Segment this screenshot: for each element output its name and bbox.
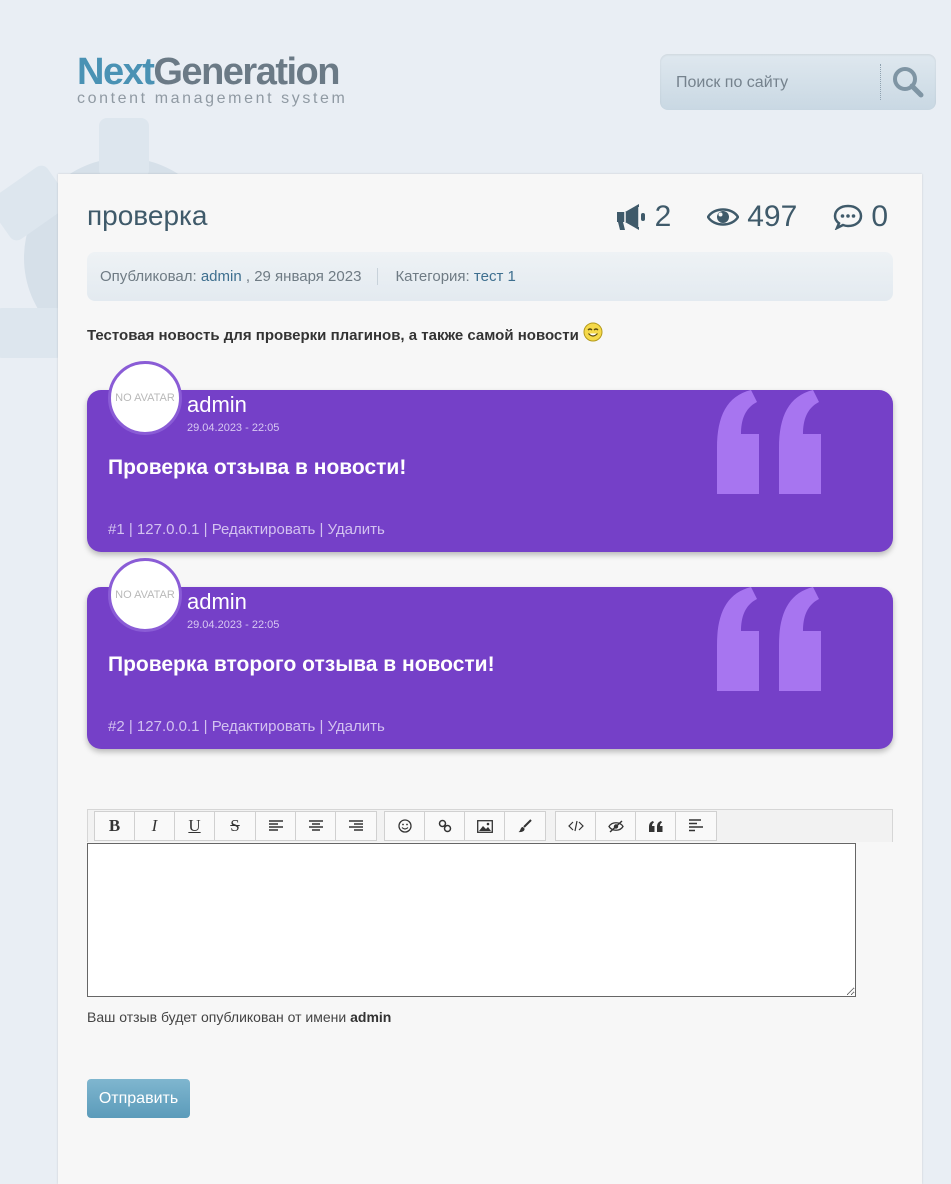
news-stats: 2 497 0 <box>615 200 888 234</box>
quote-icon <box>717 390 821 494</box>
news-lead: Тестовая новость для проверки плагинов, … <box>87 322 603 344</box>
quote-button[interactable] <box>636 812 676 840</box>
code-icon <box>567 820 584 832</box>
comments-count: 0 <box>871 200 888 233</box>
align-left-button[interactable] <box>256 812 296 840</box>
smiley-icon <box>583 322 603 342</box>
link-button[interactable] <box>425 812 465 840</box>
comment-item: NO AVATAR admin 29.04.2023 - 22:05 Прове… <box>87 558 893 749</box>
comment-actions[interactable]: #2 | 127.0.0.1 | Редактировать | Удалить <box>108 718 385 735</box>
more-button[interactable] <box>676 812 716 840</box>
link-icon <box>438 819 451 833</box>
author-notice: Ваш отзыв будет опубликован от имени adm… <box>87 1009 391 1025</box>
comment-textarea[interactable] <box>87 843 856 997</box>
news-lead-text: Тестовая новость для проверки плагинов, … <box>87 327 579 344</box>
toolbar-group-extra <box>555 811 717 841</box>
speech-bubble-icon <box>834 204 863 230</box>
meta-category: Категория: тест 1 <box>377 268 531 285</box>
toolbar-group-align <box>255 811 377 841</box>
meta-author: Опубликовал: admin , 29 января 2023 <box>87 268 377 285</box>
views-count: 497 <box>747 200 798 233</box>
views-stat: 497 <box>707 200 797 234</box>
editor-toolbar: B I U S <box>87 809 893 842</box>
author-link[interactable]: admin <box>201 268 242 285</box>
notice-text: Ваш отзыв будет опубликован от имени <box>87 1009 351 1025</box>
search-button[interactable] <box>890 64 926 100</box>
align-right-button[interactable] <box>336 812 376 840</box>
bold-button[interactable]: B <box>95 812 135 840</box>
news-title: проверка <box>87 200 208 231</box>
code-button[interactable] <box>556 812 596 840</box>
align-left-icon <box>268 820 283 831</box>
brush-icon <box>518 819 532 833</box>
published-label: Опубликовал: <box>100 268 197 285</box>
notice-user: admin <box>350 1009 392 1025</box>
logo-title: NextGeneration <box>77 51 340 93</box>
image-button[interactable] <box>465 812 505 840</box>
smiley-icon <box>397 819 412 833</box>
category-label: Категория: <box>395 268 470 285</box>
image-icon <box>476 819 493 833</box>
comment-text: Проверка второго отзыва в новости! <box>108 653 495 676</box>
logo-tagline: content management system <box>77 90 348 107</box>
megaphone-icon <box>616 204 645 230</box>
main-content: проверка 2 497 0 Опубликовал: admin , 29… <box>58 174 922 1184</box>
comments-stat: 0 <box>833 200 888 234</box>
quote-icon <box>717 587 821 691</box>
italic-button[interactable]: I <box>135 812 175 840</box>
comment-date: 29.04.2023 - 22:05 <box>187 422 280 434</box>
search-divider <box>880 64 881 100</box>
toolbar-group-format: B I U S <box>94 811 256 841</box>
eye-slash-icon <box>607 819 624 833</box>
magnifier-icon <box>893 67 924 98</box>
category-link[interactable]: тест 1 <box>474 268 516 285</box>
toolbar-group-insert <box>384 811 546 841</box>
submit-button[interactable]: Отправить <box>87 1079 190 1118</box>
comment-actions[interactable]: #1 | 127.0.0.1 | Редактировать | Удалить <box>108 521 385 538</box>
text-lines-icon <box>689 819 703 832</box>
comment-date: 29.04.2023 - 22:05 <box>187 619 280 631</box>
align-center-button[interactable] <box>296 812 336 840</box>
search-input[interactable] <box>674 68 878 98</box>
news-meta-bar: Опубликовал: admin , 29 января 2023 Кате… <box>87 252 893 301</box>
avatar: NO AVATAR <box>108 361 182 435</box>
comment-author: admin <box>187 392 247 417</box>
hide-button[interactable] <box>596 812 636 840</box>
emoji-button[interactable] <box>385 812 425 840</box>
comment-author: admin <box>187 589 247 614</box>
strikethrough-button[interactable]: S <box>215 812 255 840</box>
align-center-icon <box>308 820 323 831</box>
underline-button[interactable]: U <box>175 812 215 840</box>
comment-item: NO AVATAR admin 29.04.2023 - 22:05 Прове… <box>87 361 893 552</box>
shares-stat: 2 <box>615 200 672 234</box>
site-search <box>660 54 936 110</box>
align-right-icon <box>349 820 363 831</box>
color-button[interactable] <box>505 812 545 840</box>
avatar: NO AVATAR <box>108 558 182 632</box>
site-logo[interactable]: NextGeneration content management system <box>77 50 347 108</box>
shares-count: 2 <box>654 200 672 233</box>
publish-date: , 29 января 2023 <box>245 268 362 285</box>
comment-text: Проверка отзыва в новости! <box>108 456 407 479</box>
eye-icon <box>707 208 740 226</box>
quote-icon <box>648 820 662 832</box>
